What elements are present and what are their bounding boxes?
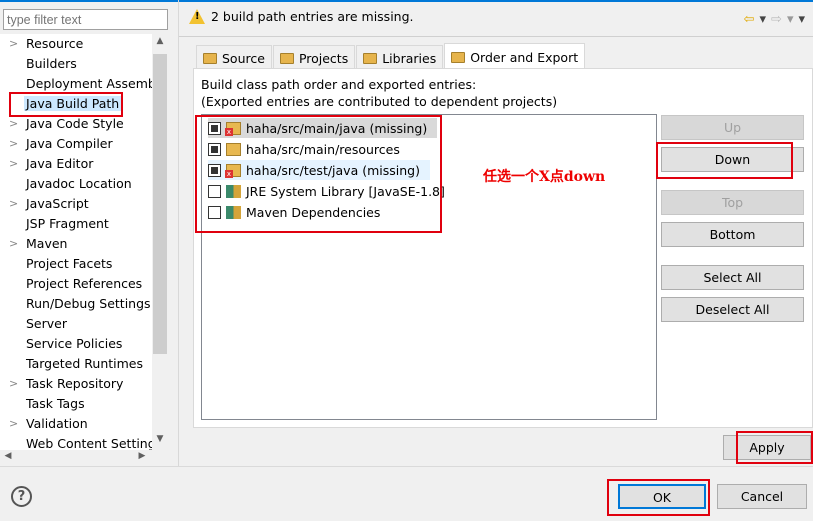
tree-item-label: Targeted Runtimes bbox=[26, 356, 143, 371]
help-icon[interactable]: ? bbox=[11, 486, 32, 507]
tree-item-label: JavaScript bbox=[26, 196, 89, 211]
divider bbox=[179, 36, 813, 37]
tree-horizontal-scrollbar[interactable]: ◀ ▶ bbox=[0, 450, 152, 464]
tree-item[interactable]: > Java Editor bbox=[0, 154, 152, 174]
tree-vertical-scrollbar[interactable]: ▲ ▼ bbox=[152, 34, 168, 450]
chevron-right-icon[interactable]: > bbox=[9, 114, 18, 134]
scroll-up-icon[interactable]: ▲ bbox=[152, 36, 168, 46]
filter-input[interactable] bbox=[3, 9, 168, 30]
tree-item-label: Resource bbox=[26, 36, 84, 51]
tab-icon bbox=[279, 53, 294, 64]
tab[interactable]: Source bbox=[196, 45, 272, 68]
tree-item-label: JSP Fragment bbox=[26, 216, 109, 231]
annotation-box bbox=[656, 142, 793, 179]
chevron-right-icon[interactable]: > bbox=[9, 134, 18, 154]
back-arrow-icon[interactable]: ⇦ bbox=[744, 12, 755, 27]
chevron-right-icon[interactable]: > bbox=[9, 34, 18, 54]
tab-label: Order and Export bbox=[470, 50, 579, 65]
tree-item-label: Java Compiler bbox=[26, 136, 113, 151]
tree-item[interactable]: Targeted Runtimes bbox=[0, 354, 152, 374]
tree-item-label: Project Facets bbox=[26, 256, 113, 271]
tree-item[interactable]: Service Policies bbox=[0, 334, 152, 354]
tree-item[interactable]: Task Tags bbox=[0, 394, 152, 414]
tree-item[interactable]: > Validation bbox=[0, 414, 152, 434]
divider bbox=[0, 466, 813, 467]
scroll-down-icon[interactable]: ▼ bbox=[152, 434, 168, 444]
tab-label: Libraries bbox=[382, 51, 437, 66]
scroll-thumb[interactable] bbox=[153, 54, 167, 354]
tree-item-label: Validation bbox=[26, 416, 88, 431]
tree-item[interactable]: > Java Code Style bbox=[0, 114, 152, 134]
description-line: Build class path order and exported entr… bbox=[201, 77, 477, 92]
tab[interactable]: Order and Export bbox=[444, 43, 586, 68]
tree-item-label: Web Content Settings bbox=[26, 436, 152, 450]
tree-item-label: Service Policies bbox=[26, 336, 123, 351]
history-nav: ⇦ ▾ ⇨ ▾ ▾ bbox=[744, 12, 805, 27]
tree-item[interactable]: Project Facets bbox=[0, 254, 152, 274]
tab[interactable]: Libraries bbox=[356, 45, 444, 68]
window-top-border bbox=[0, 0, 813, 2]
warning-text: 2 build path entries are missing. bbox=[211, 9, 414, 24]
chevron-right-icon[interactable]: > bbox=[9, 234, 18, 254]
tree-item-label: Java Code Style bbox=[26, 116, 124, 131]
scroll-left-icon[interactable]: ◀ bbox=[0, 451, 16, 461]
description: Build class path order and exported entr… bbox=[201, 76, 557, 110]
menu-dropdown-icon[interactable]: ▾ bbox=[798, 12, 805, 27]
tree-item[interactable]: Web Content Settings bbox=[0, 434, 152, 450]
tree-item[interactable]: Run/Debug Settings bbox=[0, 294, 152, 314]
tree-item-label: Project References bbox=[26, 276, 143, 291]
bottom-button[interactable]: Bottom bbox=[661, 222, 804, 247]
annotation-box bbox=[9, 92, 123, 117]
forward-dropdown-icon[interactable]: ▾ bbox=[787, 12, 794, 27]
tree-item-label: Task Tags bbox=[26, 396, 85, 411]
tree-item-label: Run/Debug Settings bbox=[26, 296, 151, 311]
select-all-button[interactable]: Select All bbox=[661, 265, 804, 290]
tree-item-label: Task Repository bbox=[26, 376, 124, 391]
tree-item[interactable]: Project References bbox=[0, 274, 152, 294]
tree-item-label: Java Editor bbox=[26, 156, 94, 171]
top-button[interactable]: Top bbox=[661, 190, 804, 215]
warning-icon bbox=[189, 9, 205, 24]
tree-item[interactable]: JSP Fragment bbox=[0, 214, 152, 234]
scroll-right-icon[interactable]: ▶ bbox=[134, 451, 150, 461]
tree-item[interactable]: > Resource bbox=[0, 34, 152, 54]
chevron-right-icon[interactable]: > bbox=[9, 374, 18, 394]
tree-item[interactable]: Server bbox=[0, 314, 152, 334]
annotation-box bbox=[195, 115, 442, 233]
chevron-right-icon[interactable]: > bbox=[9, 194, 18, 214]
tree-item[interactable]: Javadoc Location bbox=[0, 174, 152, 194]
annotation-box bbox=[607, 479, 710, 516]
tab[interactable]: Projects bbox=[272, 45, 356, 68]
tree-item-label: Maven bbox=[26, 236, 68, 251]
tree-item[interactable]: > Maven bbox=[0, 234, 152, 254]
tab-icon bbox=[363, 53, 378, 64]
divider bbox=[178, 0, 179, 466]
tree-item[interactable]: > Task Repository bbox=[0, 374, 152, 394]
deselect-all-button[interactable]: Deselect All bbox=[661, 297, 804, 322]
chevron-right-icon[interactable]: > bbox=[9, 154, 18, 174]
tree-item-label: Server bbox=[26, 316, 67, 331]
up-button[interactable]: Up bbox=[661, 115, 804, 140]
back-dropdown-icon[interactable]: ▾ bbox=[760, 12, 767, 27]
tab-label: Source bbox=[222, 51, 265, 66]
tree-item[interactable]: > Java Compiler bbox=[0, 134, 152, 154]
tree-item[interactable]: Deployment Assembly bbox=[0, 74, 152, 94]
tree-item[interactable]: > JavaScript bbox=[0, 194, 152, 214]
tab-icon bbox=[203, 53, 217, 64]
annotation-note: 任选一个X点down bbox=[483, 169, 606, 185]
tree-item-label: Builders bbox=[26, 56, 77, 71]
annotation-box bbox=[736, 431, 813, 464]
tree-item[interactable]: Builders bbox=[0, 54, 152, 74]
description-line: (Exported entries are contributed to dep… bbox=[201, 94, 558, 109]
tree-item-label: Javadoc Location bbox=[26, 176, 132, 191]
tab-icon bbox=[451, 52, 466, 63]
chevron-right-icon[interactable]: > bbox=[9, 414, 18, 434]
tab-bar: Source Projects Libraries Order and Export bbox=[196, 43, 586, 68]
forward-arrow-icon[interactable]: ⇨ bbox=[771, 12, 782, 27]
tab-label: Projects bbox=[298, 51, 349, 66]
warning-message: 2 build path entries are missing. bbox=[189, 9, 414, 24]
tree-item-label: Deployment Assembly bbox=[26, 76, 152, 91]
cancel-button[interactable]: Cancel bbox=[717, 484, 807, 509]
